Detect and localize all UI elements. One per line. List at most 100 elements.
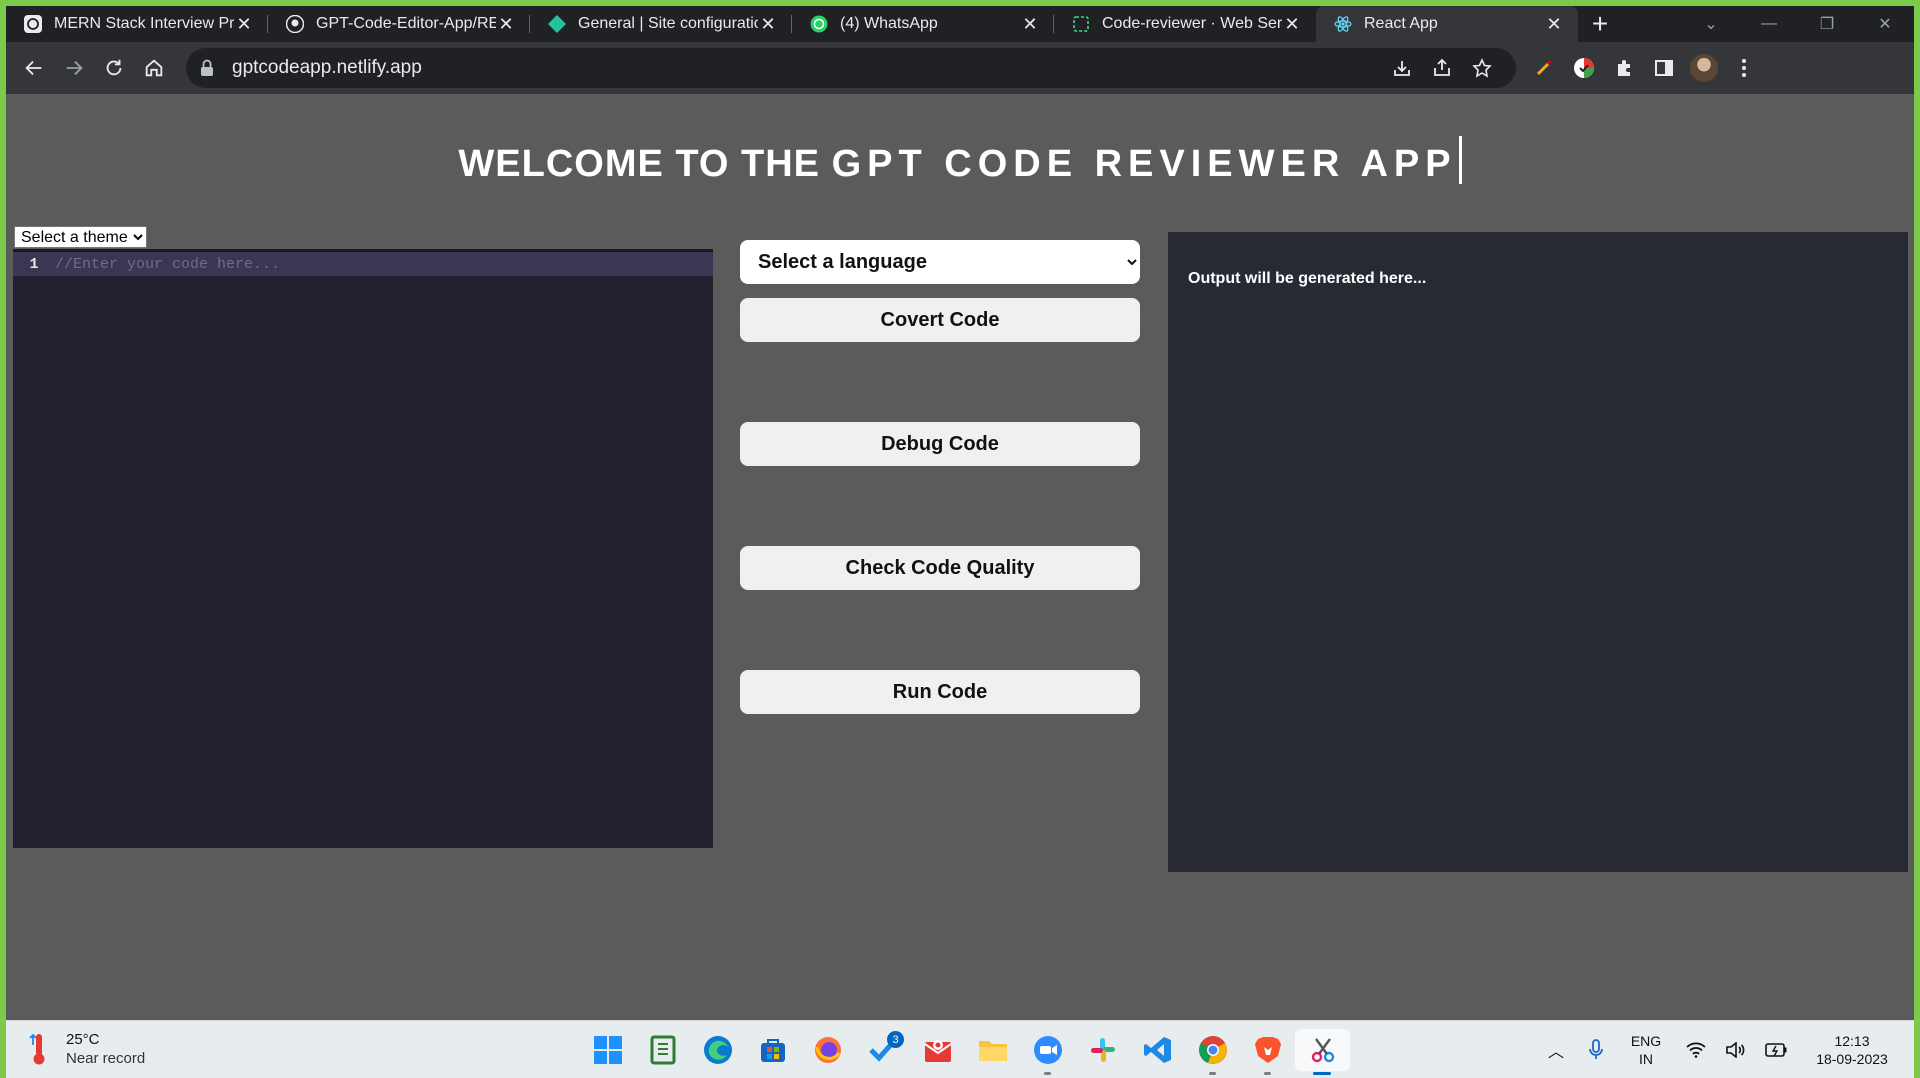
home-icon[interactable]: [134, 48, 174, 88]
editor-placeholder: //Enter your code here...: [55, 255, 281, 273]
store-icon: [760, 1039, 785, 1062]
weather-note: Near record: [66, 1050, 146, 1067]
profile-avatar[interactable]: [1684, 48, 1724, 88]
tab-title: React App: [1364, 15, 1438, 32]
restore-icon[interactable]: ❐: [1798, 14, 1856, 34]
taskbar-brave[interactable]: [1240, 1029, 1295, 1075]
theme-select[interactable]: Select a theme: [14, 226, 147, 248]
window-controls: ⌄ — ❐ ✕: [1682, 6, 1914, 42]
edge-icon: [703, 1036, 732, 1064]
close-window-icon[interactable]: ✕: [1856, 14, 1914, 34]
wifi-icon[interactable]: [1676, 1042, 1716, 1058]
back-icon[interactable]: [14, 48, 54, 88]
microphone-icon[interactable]: [1576, 1039, 1616, 1061]
output-panel: Output will be generated here...: [1168, 232, 1908, 872]
share-icon[interactable]: [1422, 58, 1462, 78]
minimize-icon[interactable]: —: [1740, 15, 1798, 33]
editor-active-line[interactable]: 1 //Enter your code here...: [13, 252, 713, 276]
firefox-icon: [814, 1037, 841, 1063]
color-picker-extension-icon[interactable]: [1524, 48, 1564, 88]
tab-title: Code-reviewer · Web Servi: [1102, 15, 1282, 32]
url-text: gptcodeapp.netlify.app: [232, 57, 422, 78]
whatsapp-icon: [810, 15, 828, 33]
lock-icon[interactable]: [200, 59, 222, 77]
taskbar-edge[interactable]: [690, 1029, 745, 1071]
clock-time: 12:13: [1834, 1033, 1870, 1049]
tab-whatsapp[interactable]: (4) WhatsApp ✕: [792, 6, 1054, 42]
convert-code-button[interactable]: Covert Code: [740, 298, 1140, 342]
browser-tab-bar: MERN Stack Interview Prep ✕ GPT-Code-Edi…: [6, 6, 1914, 42]
taskbar-notes-app[interactable]: [635, 1029, 690, 1071]
brave-lion-icon: [1254, 1037, 1281, 1063]
chatgpt-icon: [24, 15, 42, 33]
render-icon: [1072, 15, 1090, 33]
close-tab-icon[interactable]: ✕: [496, 14, 516, 35]
tab-title: General | Site configuration: [578, 15, 758, 32]
code-editor[interactable]: 1 //Enter your code here...: [13, 249, 713, 848]
install-app-icon[interactable]: [1382, 58, 1422, 78]
tab-search-icon[interactable]: ⌄: [1682, 14, 1740, 34]
scissors-icon: [1311, 1038, 1334, 1063]
taskbar-zoom[interactable]: [1020, 1029, 1075, 1075]
close-tab-icon[interactable]: ✕: [1020, 14, 1040, 35]
typing-cursor: [1458, 136, 1462, 184]
tab-react-app[interactable]: React App ✕: [1316, 6, 1578, 42]
tab-github-readme[interactable]: GPT-Code-Editor-App/README ✕: [268, 6, 530, 42]
line-number: 1: [29, 255, 39, 273]
tab-title: GPT-Code-Editor-App/README: [316, 15, 496, 32]
windows-logo-icon: [593, 1036, 622, 1064]
address-bar[interactable]: gptcodeapp.netlify.app: [186, 48, 1516, 88]
forward-icon[interactable]: [54, 48, 94, 88]
debug-code-button[interactable]: Debug Code: [740, 422, 1140, 466]
show-hidden-icons-chevron-icon[interactable]: ︿: [1536, 1038, 1576, 1062]
start-button[interactable]: [580, 1029, 635, 1071]
taskbar-slack[interactable]: [1075, 1029, 1130, 1071]
taskbar-chrome[interactable]: [1185, 1029, 1240, 1075]
taskbar-store[interactable]: [745, 1029, 800, 1071]
tab-title: (4) WhatsApp: [840, 15, 938, 32]
browser-menu-icon[interactable]: [1724, 48, 1764, 88]
input-language-indicator[interactable]: ENG IN: [1616, 1032, 1676, 1068]
reload-icon[interactable]: [94, 48, 134, 88]
volume-icon[interactable]: [1716, 1042, 1756, 1058]
tab-code-reviewer-web-service[interactable]: Code-reviewer · Web Servi ✕: [1054, 6, 1316, 42]
netlify-icon: [548, 15, 566, 33]
language-select[interactable]: Select a language: [740, 240, 1140, 284]
system-tray: ︿ ENG IN 12:13 18-09-2023: [1536, 1029, 1900, 1071]
language-code: ENG: [1630, 1033, 1662, 1049]
weather-widget[interactable]: 25°C Near record: [28, 1031, 145, 1067]
folder-icon: [978, 1041, 1007, 1061]
extensions-puzzle-icon[interactable]: [1604, 48, 1644, 88]
page-title: WELCOME TO THE GPT CODE REVIEWER APP: [6, 136, 1914, 186]
close-tab-icon[interactable]: ✕: [234, 14, 254, 35]
thermometer-icon: [29, 1033, 45, 1065]
close-tab-icon[interactable]: ✕: [758, 14, 778, 35]
taskbar-gmail-app[interactable]: [910, 1029, 965, 1071]
taskbar-clock[interactable]: 12:13 18-09-2023: [1804, 1032, 1900, 1068]
taskbar-snipping-tool[interactable]: [1295, 1029, 1350, 1075]
zoom-icon: [1033, 1036, 1062, 1064]
close-tab-icon[interactable]: ✕: [1282, 14, 1302, 35]
slack-icon: [1090, 1038, 1115, 1062]
side-panel-icon[interactable]: [1644, 48, 1684, 88]
bookmark-star-icon[interactable]: [1462, 58, 1502, 78]
battery-charging-icon[interactable]: [1756, 1043, 1796, 1057]
notification-badge: 3: [887, 1031, 904, 1048]
tab-mern-interview-prep[interactable]: MERN Stack Interview Prep ✕: [6, 6, 268, 42]
taskbar-vscode[interactable]: [1130, 1029, 1185, 1071]
taskbar-firefox[interactable]: [800, 1029, 855, 1071]
title-static: WELCOME TO THE: [458, 143, 832, 185]
tab-netlify-site-config[interactable]: General | Site configuration ✕: [530, 6, 792, 42]
taskbar-todo[interactable]: 3: [855, 1029, 910, 1071]
close-tab-icon[interactable]: ✕: [1544, 14, 1564, 35]
github-icon: [286, 15, 304, 33]
chrome-icon: [1198, 1036, 1227, 1064]
run-code-button[interactable]: Run Code: [740, 670, 1140, 714]
browser-toolbar: gptcodeapp.netlify.app: [6, 42, 1914, 94]
notebook-icon: [650, 1035, 675, 1065]
page-content: WELCOME TO THE GPT CODE REVIEWER APP Sel…: [6, 94, 1914, 1020]
check-code-quality-button[interactable]: Check Code Quality: [740, 546, 1140, 590]
new-tab-button[interactable]: +: [1578, 6, 1622, 42]
grammar-extension-icon[interactable]: [1564, 48, 1604, 88]
taskbar-file-explorer[interactable]: [965, 1029, 1020, 1071]
